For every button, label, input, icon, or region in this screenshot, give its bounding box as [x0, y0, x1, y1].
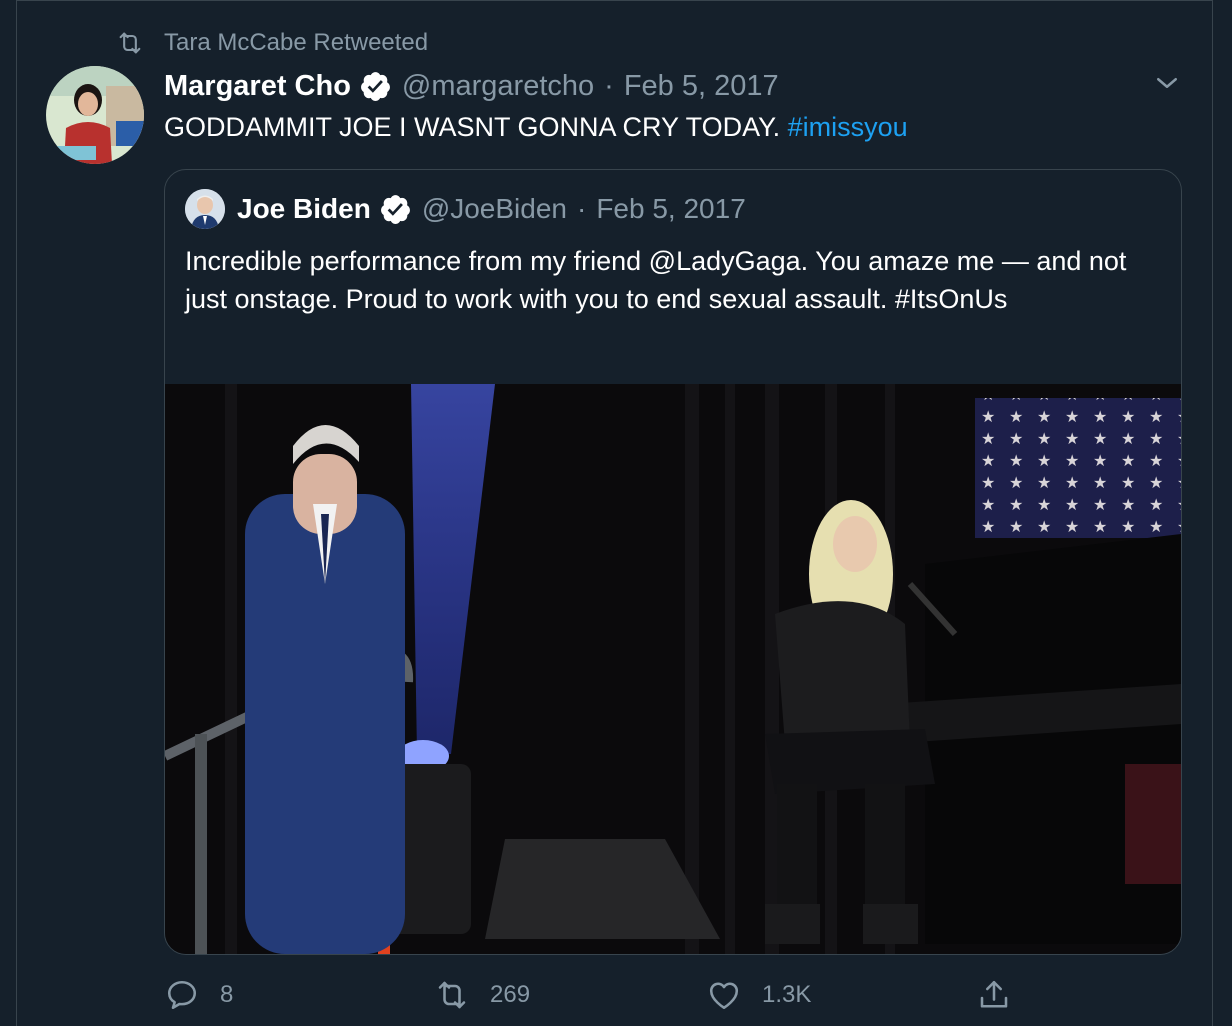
- author-avatar[interactable]: [46, 66, 144, 164]
- column-border-right: [1212, 0, 1213, 1026]
- tweet-date[interactable]: Feb 5, 2017: [624, 70, 779, 103]
- reply-count: 8: [220, 981, 234, 1008]
- column-border-left: [16, 0, 17, 1026]
- heart-icon: [709, 982, 739, 1010]
- author-name[interactable]: Margaret Cho: [164, 70, 351, 103]
- quoted-author-avatar: [185, 189, 225, 229]
- tweet-body: GODDAMMIT JOE I WASNT GONNA CRY TODAY.: [164, 112, 781, 142]
- tweet-header: Margaret Cho @margaretcho · Feb 5, 2017: [164, 66, 779, 106]
- quoted-tweet-date: Feb 5, 2017: [596, 193, 746, 224]
- chevron-down-icon[interactable]: [1152, 68, 1182, 98]
- like-button[interactable]: 1.3K: [706, 970, 811, 1020]
- quoted-tweet-header: Joe Biden @JoeBiden · Feb 5, 2017: [185, 189, 746, 229]
- retweet-button[interactable]: 269: [434, 970, 530, 1020]
- timeline-divider: [16, 0, 1212, 1]
- quoted-tweet-card[interactable]: Joe Biden @JoeBiden · Feb 5, 2017 Incred…: [164, 169, 1182, 955]
- share-icon: [980, 980, 1008, 1008]
- separator-dot: ·: [604, 69, 614, 102]
- retweeted-by[interactable]: Tara McCabe Retweeted: [116, 28, 428, 58]
- like-count: 1.3K: [762, 981, 812, 1008]
- reply-icon: [167, 980, 197, 1010]
- verified-badge-icon: [380, 194, 410, 224]
- tweet-text: GODDAMMIT JOE I WASNT GONNA CRY TODAY. #…: [164, 112, 908, 143]
- retweeted-by-label: Tara McCabe Retweeted: [164, 29, 429, 56]
- verified-badge-icon: [360, 71, 390, 101]
- hashtag-link[interactable]: #imissyou: [788, 112, 908, 142]
- author-handle[interactable]: @margaretcho: [402, 70, 594, 103]
- quoted-tweet-text: Incredible performance from my friend @L…: [185, 246, 1127, 314]
- reply-button[interactable]: 8: [164, 970, 233, 1020]
- quoted-author-handle: @JoeBiden: [421, 193, 567, 224]
- quoted-tweet-photo[interactable]: ★: [165, 384, 1181, 954]
- retweet-icon: [438, 981, 466, 1009]
- retweet-icon: [119, 32, 141, 54]
- share-button[interactable]: [976, 970, 1032, 1020]
- separator-dot: ·: [577, 193, 587, 224]
- tweet-action-bar: 8 269 1.3K: [0, 970, 1232, 1020]
- retweet-count: 269: [490, 981, 531, 1008]
- quoted-author-name: Joe Biden: [237, 193, 371, 224]
